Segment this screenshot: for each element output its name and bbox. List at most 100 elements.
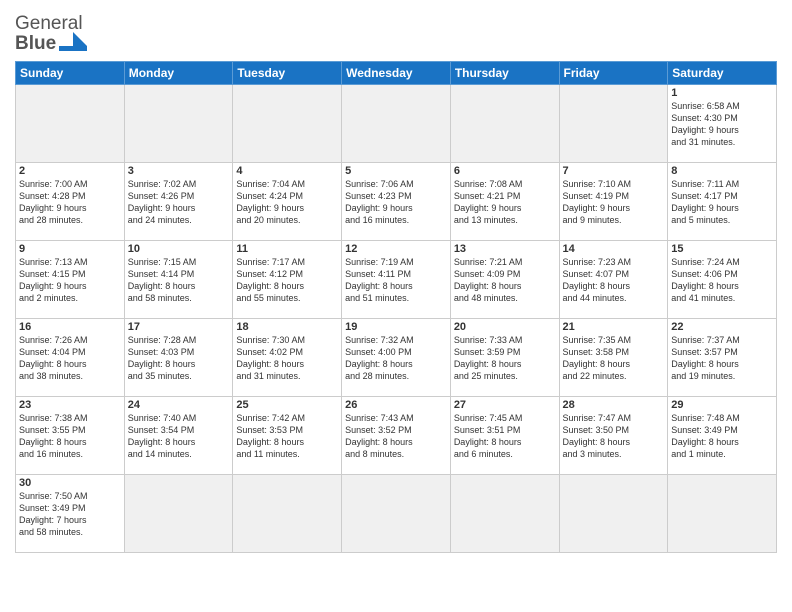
- day-info: Sunrise: 7:00 AM Sunset: 4:28 PM Dayligh…: [19, 178, 121, 227]
- day-number: 17: [128, 321, 230, 333]
- day-number: 25: [236, 399, 338, 411]
- day-info: Sunrise: 7:02 AM Sunset: 4:26 PM Dayligh…: [128, 178, 230, 227]
- logo-graphic: [59, 32, 87, 54]
- calendar-body: 1Sunrise: 6:58 AM Sunset: 4:30 PM Daylig…: [16, 85, 777, 553]
- table-row: 24Sunrise: 7:40 AM Sunset: 3:54 PM Dayli…: [124, 397, 233, 475]
- day-number: 20: [454, 321, 556, 333]
- table-row: 1Sunrise: 6:58 AM Sunset: 4:30 PM Daylig…: [668, 85, 777, 163]
- table-row: 15Sunrise: 7:24 AM Sunset: 4:06 PM Dayli…: [668, 241, 777, 319]
- table-row: 21Sunrise: 7:35 AM Sunset: 3:58 PM Dayli…: [559, 319, 668, 397]
- table-row: [124, 85, 233, 163]
- day-info: Sunrise: 7:21 AM Sunset: 4:09 PM Dayligh…: [454, 256, 556, 305]
- table-row: [559, 475, 668, 553]
- table-row: 18Sunrise: 7:30 AM Sunset: 4:02 PM Dayli…: [233, 319, 342, 397]
- day-number: 10: [128, 243, 230, 255]
- table-row: 20Sunrise: 7:33 AM Sunset: 3:59 PM Dayli…: [450, 319, 559, 397]
- day-info: Sunrise: 7:13 AM Sunset: 4:15 PM Dayligh…: [19, 256, 121, 305]
- col-tuesday: Tuesday: [233, 62, 342, 85]
- table-row: [342, 85, 451, 163]
- day-info: Sunrise: 7:19 AM Sunset: 4:11 PM Dayligh…: [345, 256, 447, 305]
- table-row: 16Sunrise: 7:26 AM Sunset: 4:04 PM Dayli…: [16, 319, 125, 397]
- day-number: 26: [345, 399, 447, 411]
- table-row: 26Sunrise: 7:43 AM Sunset: 3:52 PM Dayli…: [342, 397, 451, 475]
- calendar-header-row: Sunday Monday Tuesday Wednesday Thursday…: [16, 62, 777, 85]
- page: General Blue: [0, 0, 792, 612]
- day-info: Sunrise: 7:10 AM Sunset: 4:19 PM Dayligh…: [563, 178, 665, 227]
- day-number: 28: [563, 399, 665, 411]
- col-sunday: Sunday: [16, 62, 125, 85]
- day-number: 30: [19, 477, 121, 489]
- table-row: [233, 475, 342, 553]
- day-number: 8: [671, 165, 773, 177]
- day-number: 29: [671, 399, 773, 411]
- calendar-table: Sunday Monday Tuesday Wednesday Thursday…: [15, 61, 777, 553]
- col-friday: Friday: [559, 62, 668, 85]
- table-row: [233, 85, 342, 163]
- table-row: 13Sunrise: 7:21 AM Sunset: 4:09 PM Dayli…: [450, 241, 559, 319]
- day-number: 7: [563, 165, 665, 177]
- table-row: 6Sunrise: 7:08 AM Sunset: 4:21 PM Daylig…: [450, 163, 559, 241]
- calendar-week-row: 23Sunrise: 7:38 AM Sunset: 3:55 PM Dayli…: [16, 397, 777, 475]
- day-info: Sunrise: 7:50 AM Sunset: 3:49 PM Dayligh…: [19, 490, 121, 539]
- table-row: 29Sunrise: 7:48 AM Sunset: 3:49 PM Dayli…: [668, 397, 777, 475]
- calendar-week-row: 30Sunrise: 7:50 AM Sunset: 3:49 PM Dayli…: [16, 475, 777, 553]
- table-row: 22Sunrise: 7:37 AM Sunset: 3:57 PM Dayli…: [668, 319, 777, 397]
- day-info: Sunrise: 7:47 AM Sunset: 3:50 PM Dayligh…: [563, 412, 665, 461]
- day-info: Sunrise: 7:04 AM Sunset: 4:24 PM Dayligh…: [236, 178, 338, 227]
- day-number: 18: [236, 321, 338, 333]
- col-monday: Monday: [124, 62, 233, 85]
- calendar-week-row: 2Sunrise: 7:00 AM Sunset: 4:28 PM Daylig…: [16, 163, 777, 241]
- table-row: [450, 85, 559, 163]
- day-info: Sunrise: 7:06 AM Sunset: 4:23 PM Dayligh…: [345, 178, 447, 227]
- logo-blue-text: Blue: [15, 34, 56, 53]
- table-row: 10Sunrise: 7:15 AM Sunset: 4:14 PM Dayli…: [124, 241, 233, 319]
- day-info: Sunrise: 7:32 AM Sunset: 4:00 PM Dayligh…: [345, 334, 447, 383]
- day-number: 3: [128, 165, 230, 177]
- day-number: 21: [563, 321, 665, 333]
- col-thursday: Thursday: [450, 62, 559, 85]
- day-info: Sunrise: 7:28 AM Sunset: 4:03 PM Dayligh…: [128, 334, 230, 383]
- table-row: 25Sunrise: 7:42 AM Sunset: 3:53 PM Dayli…: [233, 397, 342, 475]
- table-row: 7Sunrise: 7:10 AM Sunset: 4:19 PM Daylig…: [559, 163, 668, 241]
- calendar-week-row: 1Sunrise: 6:58 AM Sunset: 4:30 PM Daylig…: [16, 85, 777, 163]
- table-row: 30Sunrise: 7:50 AM Sunset: 3:49 PM Dayli…: [16, 475, 125, 553]
- table-row: 5Sunrise: 7:06 AM Sunset: 4:23 PM Daylig…: [342, 163, 451, 241]
- day-info: Sunrise: 7:33 AM Sunset: 3:59 PM Dayligh…: [454, 334, 556, 383]
- day-number: 16: [19, 321, 121, 333]
- day-number: 22: [671, 321, 773, 333]
- day-info: Sunrise: 7:15 AM Sunset: 4:14 PM Dayligh…: [128, 256, 230, 305]
- table-row: [124, 475, 233, 553]
- day-number: 11: [236, 243, 338, 255]
- logo-text: General: [15, 14, 83, 33]
- table-row: [16, 85, 125, 163]
- day-number: 4: [236, 165, 338, 177]
- table-row: 8Sunrise: 7:11 AM Sunset: 4:17 PM Daylig…: [668, 163, 777, 241]
- header: General Blue: [15, 10, 777, 55]
- day-number: 6: [454, 165, 556, 177]
- day-info: Sunrise: 7:24 AM Sunset: 4:06 PM Dayligh…: [671, 256, 773, 305]
- day-info: Sunrise: 7:08 AM Sunset: 4:21 PM Dayligh…: [454, 178, 556, 227]
- day-info: Sunrise: 7:45 AM Sunset: 3:51 PM Dayligh…: [454, 412, 556, 461]
- table-row: 14Sunrise: 7:23 AM Sunset: 4:07 PM Dayli…: [559, 241, 668, 319]
- table-row: 19Sunrise: 7:32 AM Sunset: 4:00 PM Dayli…: [342, 319, 451, 397]
- day-number: 23: [19, 399, 121, 411]
- day-info: Sunrise: 7:43 AM Sunset: 3:52 PM Dayligh…: [345, 412, 447, 461]
- table-row: 9Sunrise: 7:13 AM Sunset: 4:15 PM Daylig…: [16, 241, 125, 319]
- table-row: [342, 475, 451, 553]
- table-row: [450, 475, 559, 553]
- table-row: 2Sunrise: 7:00 AM Sunset: 4:28 PM Daylig…: [16, 163, 125, 241]
- day-number: 14: [563, 243, 665, 255]
- day-number: 13: [454, 243, 556, 255]
- day-number: 9: [19, 243, 121, 255]
- day-info: Sunrise: 7:35 AM Sunset: 3:58 PM Dayligh…: [563, 334, 665, 383]
- day-number: 1: [671, 87, 773, 99]
- day-info: Sunrise: 7:40 AM Sunset: 3:54 PM Dayligh…: [128, 412, 230, 461]
- calendar-week-row: 16Sunrise: 7:26 AM Sunset: 4:04 PM Dayli…: [16, 319, 777, 397]
- table-row: 12Sunrise: 7:19 AM Sunset: 4:11 PM Dayli…: [342, 241, 451, 319]
- day-number: 19: [345, 321, 447, 333]
- day-number: 2: [19, 165, 121, 177]
- day-info: Sunrise: 7:42 AM Sunset: 3:53 PM Dayligh…: [236, 412, 338, 461]
- table-row: 23Sunrise: 7:38 AM Sunset: 3:55 PM Dayli…: [16, 397, 125, 475]
- table-row: 17Sunrise: 7:28 AM Sunset: 4:03 PM Dayli…: [124, 319, 233, 397]
- day-info: Sunrise: 7:38 AM Sunset: 3:55 PM Dayligh…: [19, 412, 121, 461]
